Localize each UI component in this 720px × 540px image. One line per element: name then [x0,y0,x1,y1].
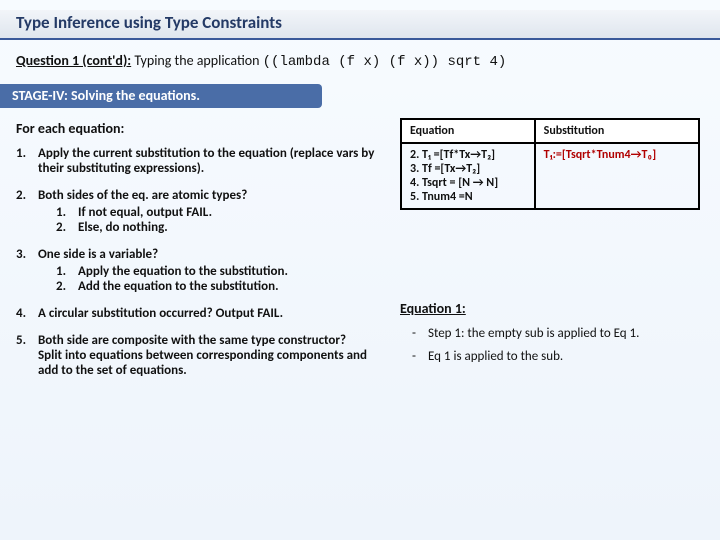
foreach-label: For each equation: [16,120,124,137]
step-head: One side is a variable? [38,247,376,262]
td-substitution: T₁:=[Tsqrt*Tnum4→T₀] [535,143,699,209]
th-substitution: Substitution [535,119,699,143]
eq-row: 3. Tf =[Tx→T₂] [410,162,526,176]
step-4: 4. A circular substitution occurred? Out… [16,306,376,321]
substep: 2.Add the equation to the substitution. [56,279,376,294]
step-2: 2. Both sides of the eq. are atomic type… [16,188,376,235]
step-head: Apply the current substitution to the eq… [38,146,374,176]
step-3: 3. One side is a variable? 1.Apply the e… [16,247,376,294]
substep-num: 2. [56,279,78,294]
equation1-label: Equation 1: [400,300,466,317]
slide: Type Inference using Type Constraints Qu… [0,0,720,540]
question-lead: Typing the application [131,52,262,69]
stage-bar: STAGE-IV: Solving the equations. [0,84,322,108]
step-head: Both side are composite with the same ty… [38,333,376,348]
equation-substitution-table: Equation Substitution 2. T₁ =[Tf*Tx→T₂] … [400,118,700,210]
th-equation: Equation [401,119,535,143]
step-num: 4. [16,306,38,321]
step-num: 1. [16,146,38,176]
eq1-item: -Step 1: the empty sub is applied to Eq … [412,326,639,341]
substep-num: 1. [56,205,78,220]
substep-text: Else, do nothing. [78,220,376,235]
step-num: 3. [16,247,38,294]
substep-text: Add the equation to the substitution. [78,279,376,294]
step-num: 2. [16,188,38,235]
eq-row: 4. Tsqrt = [N → N] [410,176,526,190]
step-head: A circular substitution occurred? Output… [38,306,283,321]
substep-text: If not equal, output FAIL. [78,205,376,220]
eq-row: 2. T₁ =[Tf*Tx→T₂] [410,148,526,162]
question-line: Question 1 (cont'd): Typing the applicat… [16,52,506,70]
step-1: 1. Apply the current substitution to the… [16,146,376,176]
step-head: Both sides of the eq. are atomic types? [38,188,376,203]
question-code: ((lambda (f x) (f x)) sqrt 4) [263,54,507,70]
substep: 2.Else, do nothing. [56,220,376,235]
substep-num: 2. [56,220,78,235]
td-equations: 2. T₁ =[Tf*Tx→T₂] 3. Tf =[Tx→T₂] 4. Tsqr… [401,143,535,209]
step-5: 5. Both side are composite with the same… [16,333,376,378]
eq1-text: Eq 1 is applied to the sub. [428,349,563,364]
eq-row: 5. Tnum4 =N [410,190,526,204]
eq1-text: Step 1: the empty sub is applied to Eq 1… [428,326,639,341]
page-title: Type Inference using Type Constraints [16,12,282,33]
step-tail: Split into equations between correspondi… [38,348,376,378]
equation1-steps: -Step 1: the empty sub is applied to Eq … [412,326,639,372]
question-label: Question 1 (cont'd): [16,52,131,69]
title-underline [0,38,720,40]
substep-num: 1. [56,264,78,279]
substep-text: Apply the equation to the substitution. [78,264,376,279]
substep: 1.Apply the equation to the substitution… [56,264,376,279]
step-num: 5. [16,333,38,378]
substep: 1.If not equal, output FAIL. [56,205,376,220]
steps-list: 1. Apply the current substitution to the… [16,146,376,390]
eq1-item: -Eq 1 is applied to the sub. [412,349,639,364]
